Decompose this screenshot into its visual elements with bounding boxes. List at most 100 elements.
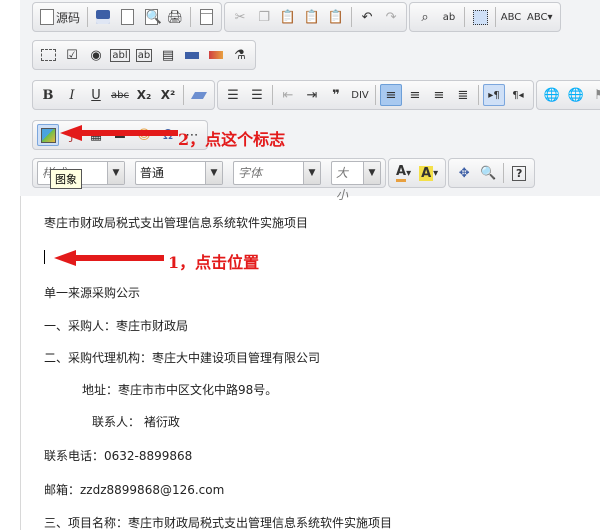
format-combo[interactable]: 普通 ▼ bbox=[135, 161, 223, 185]
form-icon bbox=[40, 49, 56, 61]
toolbar-group-basic-styles: B I U abc X₂ X² bbox=[32, 80, 215, 110]
text-caret bbox=[44, 250, 45, 264]
rtl-button[interactable]: ¶◂ bbox=[507, 84, 529, 106]
justify-button[interactable]: ≣ bbox=[452, 84, 474, 106]
align-right-icon: ≡ bbox=[433, 87, 445, 103]
checkbox-button[interactable]: ☑ bbox=[61, 44, 83, 66]
indent-button[interactable]: ⇥ bbox=[301, 84, 323, 106]
underline-icon: U bbox=[91, 87, 101, 103]
undo-button[interactable]: ↶ bbox=[356, 6, 378, 28]
spellcheck-as-you-type-button[interactable]: ABC▾ bbox=[524, 6, 556, 28]
source-icon bbox=[40, 9, 54, 25]
blockquote-button[interactable]: ❞ bbox=[325, 84, 347, 106]
copy-icon: ❐ bbox=[258, 9, 270, 25]
show-blocks-icon: 🔍 bbox=[480, 165, 497, 181]
save-button[interactable] bbox=[92, 6, 114, 28]
image-button-button[interactable] bbox=[205, 44, 227, 66]
maximize-icon: ✥ bbox=[458, 165, 470, 181]
chevron-down-icon: ▾ bbox=[433, 167, 439, 179]
select-all-button[interactable] bbox=[469, 6, 491, 28]
annotation-step-1: 1，点击位置 bbox=[168, 253, 260, 272]
align-center-button[interactable]: ≡ bbox=[404, 84, 426, 106]
about-button[interactable]: ? bbox=[508, 162, 530, 184]
separator bbox=[190, 7, 192, 27]
align-left-icon: ≡ bbox=[385, 87, 397, 103]
separator bbox=[503, 163, 505, 183]
outdent-button[interactable]: ⇤ bbox=[277, 84, 299, 106]
replace-button[interactable]: ab bbox=[438, 6, 460, 28]
bulleted-list-icon: ☰ bbox=[251, 87, 263, 103]
align-left-button[interactable]: ≡ bbox=[380, 84, 402, 106]
bulleted-list-button[interactable]: ☰ bbox=[246, 84, 268, 106]
text-color-button[interactable]: A ▾ bbox=[393, 162, 414, 184]
spellcheck-button[interactable]: ABC bbox=[500, 6, 522, 28]
chevron-down-icon: ▼ bbox=[107, 162, 124, 184]
superscript-button[interactable]: X² bbox=[157, 84, 179, 106]
preview-button[interactable]: 🔍 bbox=[140, 6, 162, 28]
toolbar-group-styles: 样式 ▼ 普通 ▼ 字体 ▼ 大小 ▼ bbox=[32, 158, 386, 202]
subscript-icon: X₂ bbox=[136, 88, 152, 102]
content-line: 三、项目名称：枣庄市财政局税式支出管理信息系统软件实施项目 bbox=[44, 516, 393, 530]
bg-color-button[interactable]: A ▾ bbox=[416, 162, 441, 184]
templates-icon bbox=[199, 9, 213, 25]
radio-icon: ◉ bbox=[90, 47, 102, 63]
create-div-icon: DIV bbox=[351, 89, 369, 101]
toolbar-group-tools: ✥ 🔍 ? bbox=[448, 158, 536, 188]
preview-icon: 🔍 bbox=[144, 9, 162, 25]
format-combo-value: 普通 bbox=[140, 166, 165, 180]
find-button[interactable]: ⌕ bbox=[414, 6, 436, 28]
link-button[interactable]: 🌐 bbox=[541, 84, 563, 106]
separator bbox=[464, 7, 466, 27]
strike-button[interactable]: abc bbox=[109, 84, 131, 106]
create-div-button[interactable]: DIV bbox=[349, 84, 371, 106]
ltr-icon: ▸¶ bbox=[488, 89, 500, 101]
form-button[interactable] bbox=[37, 44, 59, 66]
radio-button[interactable]: ◉ bbox=[85, 44, 107, 66]
underline-button[interactable]: U bbox=[85, 84, 107, 106]
redo-button[interactable]: ↷ bbox=[380, 6, 402, 28]
image-tooltip: 图象 bbox=[50, 169, 82, 189]
toolbar-group-document: 源码 🔍 🖨 bbox=[32, 2, 223, 32]
source-button[interactable]: 源码 bbox=[37, 6, 83, 28]
print-button[interactable]: 🖨 bbox=[164, 6, 186, 28]
textarea-button[interactable]: ab bbox=[133, 44, 155, 66]
templates-button[interactable] bbox=[195, 6, 217, 28]
button-button[interactable] bbox=[181, 44, 203, 66]
annotation-step-2: 2，点这个标志 bbox=[178, 130, 286, 149]
hidden-field-icon: ⚗ bbox=[234, 47, 246, 63]
italic-button[interactable]: I bbox=[61, 84, 83, 106]
copy-button[interactable]: ❐ bbox=[253, 6, 275, 28]
align-right-button[interactable]: ≡ bbox=[428, 84, 450, 106]
new-page-button[interactable] bbox=[116, 6, 138, 28]
bold-button[interactable]: B bbox=[37, 84, 59, 106]
cut-button[interactable]: ✂ bbox=[229, 6, 251, 28]
anchor-button[interactable]: ⚑ bbox=[589, 84, 600, 106]
paste-word-button[interactable]: 📋 bbox=[325, 6, 347, 28]
chevron-down-icon: ▾ bbox=[406, 167, 412, 179]
paste-text-button[interactable]: 📋 bbox=[301, 6, 323, 28]
select-all-icon bbox=[472, 9, 488, 25]
text-field-button[interactable]: abl bbox=[109, 44, 131, 66]
hidden-field-button[interactable]: ⚗ bbox=[229, 44, 251, 66]
paste-button[interactable]: 📋 bbox=[277, 6, 299, 28]
new-page-icon bbox=[120, 9, 134, 25]
unlink-button[interactable]: 🌐 bbox=[565, 84, 587, 106]
maximize-button[interactable]: ✥ bbox=[453, 162, 475, 184]
eraser-icon bbox=[190, 91, 208, 99]
image-button[interactable] bbox=[37, 124, 59, 146]
toolbar-row-5: 样式 ▼ 普通 ▼ 字体 ▼ 大小 ▼ A▾ A▾ ✥ 🔍 ? bbox=[32, 158, 536, 202]
subscript-button[interactable]: X₂ bbox=[133, 84, 155, 106]
font-combo[interactable]: 字体 ▼ bbox=[233, 161, 321, 185]
size-combo[interactable]: 大小 ▼ bbox=[331, 161, 381, 202]
left-margin bbox=[0, 0, 21, 530]
ltr-button[interactable]: ▸¶ bbox=[483, 84, 505, 106]
align-center-icon: ≡ bbox=[409, 87, 421, 103]
numbered-list-button[interactable]: ☰ bbox=[222, 84, 244, 106]
anchor-icon: ⚑ bbox=[594, 88, 600, 103]
content-line: 邮箱：zzdz8899868@126.com bbox=[44, 483, 225, 497]
font-combo-value: 字体 bbox=[238, 166, 263, 180]
select-button[interactable]: ▤ bbox=[157, 44, 179, 66]
show-blocks-button[interactable]: 🔍 bbox=[477, 162, 499, 184]
remove-format-button[interactable] bbox=[188, 84, 210, 106]
separator bbox=[183, 85, 184, 105]
